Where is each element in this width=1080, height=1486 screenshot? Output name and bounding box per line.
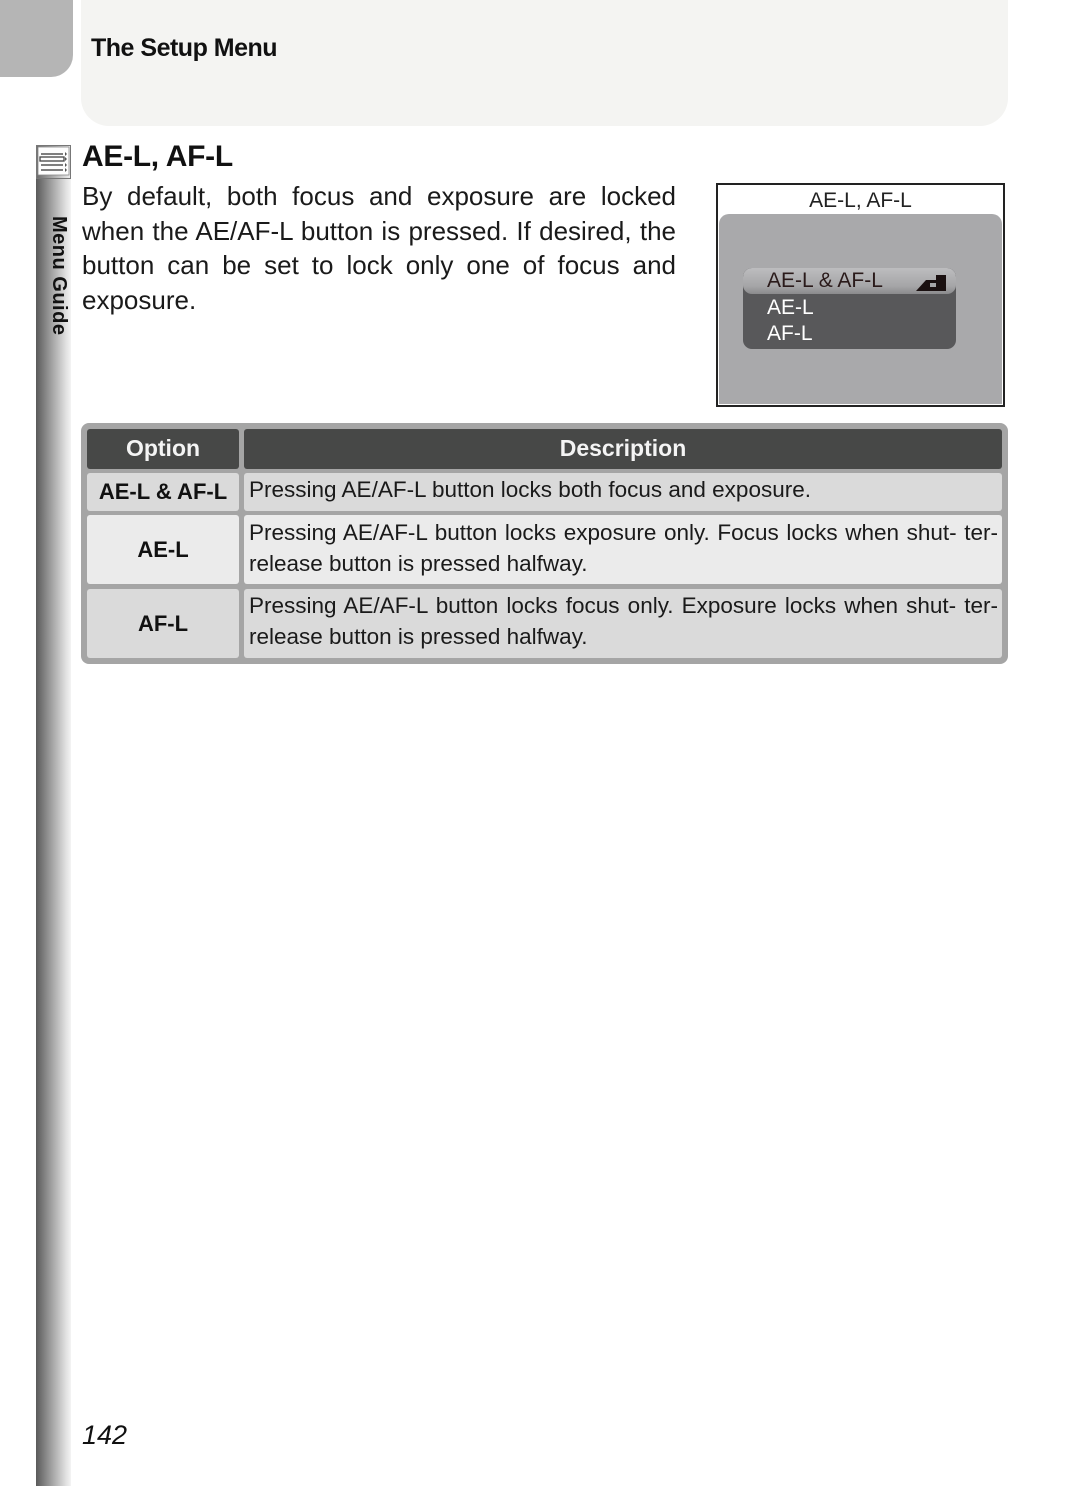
- table-header-description: Description: [244, 429, 1002, 469]
- screen-body: AE-L & AF-L AE-L AF-L: [719, 214, 1002, 404]
- page-number: 142: [82, 1420, 128, 1450]
- screen-option-selected[interactable]: AE-L & AF-L: [743, 268, 956, 294]
- side-strip: [36, 178, 71, 1486]
- table-row-option: AF-L: [87, 589, 239, 658]
- page-header: The Setup Menu: [81, 0, 1008, 126]
- table-row-description: Pressing AE/AF-L button locks focus only…: [244, 589, 1002, 658]
- side-label: Menu Guide: [48, 216, 70, 336]
- screen-option[interactable]: AE-L: [743, 295, 956, 321]
- screen-title: AE-L, AF-L: [809, 189, 912, 212]
- table-header-option: Option: [87, 429, 239, 469]
- screen-option-label: AE-L & AF-L: [767, 269, 883, 292]
- camera-monitor-screen: AE-L, AF-L AE-L & AF-L AE-L AF-L: [716, 183, 1005, 407]
- section-heading: The Setup Menu: [91, 34, 278, 62]
- menu-list-icon: [36, 145, 71, 179]
- intro-paragraph: By default, both focus and exposure are …: [82, 181, 676, 315]
- screen-option[interactable]: AF-L: [743, 321, 956, 347]
- table-row-option: AE-L: [87, 515, 239, 584]
- table-row-description: Pressing AE/AF-L button locks exposure o…: [244, 515, 1002, 584]
- article-title: AE-L, AF-L: [82, 140, 233, 173]
- screen-option-menu: AE-L & AF-L AE-L AF-L: [743, 268, 956, 349]
- table-row-option: AE-L & AF-L: [87, 473, 239, 511]
- enter-arrow-icon: [916, 273, 948, 291]
- chapter-corner-tab: [0, 0, 73, 77]
- options-table: Option Description AE-L & AF-L Pressing …: [81, 423, 1008, 664]
- table-row-description: Pressing AE/AF-L button locks both focus…: [244, 473, 1002, 511]
